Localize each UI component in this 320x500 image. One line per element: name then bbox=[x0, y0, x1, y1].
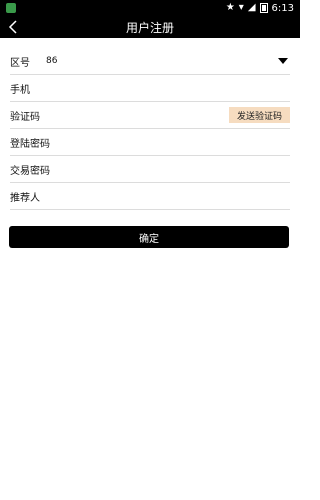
battery-icon bbox=[259, 3, 268, 13]
confirm-button[interactable]: 确定 bbox=[9, 226, 289, 248]
status-left bbox=[6, 3, 16, 13]
login-password-row: 登陆密码 bbox=[10, 129, 290, 156]
referrer-row: 推荐人 bbox=[10, 183, 290, 210]
phone-input[interactable] bbox=[46, 83, 290, 93]
trade-password-input[interactable] bbox=[58, 164, 290, 174]
verification-row: 验证码 发送验证码 bbox=[10, 102, 290, 129]
trade-password-label: 交易密码 bbox=[10, 165, 50, 177]
star-icon: ★ bbox=[225, 2, 235, 13]
area-code-label: 区号 bbox=[10, 57, 30, 69]
status-bar: ★ ▾ ◢ 6:13 bbox=[0, 0, 300, 16]
phone-row: 手机 bbox=[10, 75, 290, 102]
login-password-input[interactable] bbox=[58, 137, 290, 147]
area-code-row[interactable]: 区号 86 bbox=[10, 48, 290, 75]
status-time: 6:13 bbox=[271, 2, 294, 14]
verification-label: 验证码 bbox=[10, 111, 40, 123]
back-button[interactable] bbox=[4, 16, 22, 38]
login-password-label: 登陆密码 bbox=[10, 138, 50, 150]
trade-password-row: 交易密码 bbox=[10, 156, 290, 183]
referrer-input[interactable] bbox=[46, 191, 290, 201]
phone-label: 手机 bbox=[10, 84, 30, 96]
wifi-icon: ▾ bbox=[238, 2, 244, 13]
chevron-left-icon bbox=[8, 20, 17, 34]
area-code-select[interactable]: 86 bbox=[46, 56, 278, 66]
referrer-label: 推荐人 bbox=[10, 192, 40, 204]
status-right: ★ ▾ ◢ 6:13 bbox=[226, 3, 294, 14]
notification-app-icon bbox=[6, 3, 16, 13]
send-code-button[interactable]: 发送验证码 bbox=[228, 107, 290, 123]
header-bar: 用户注册 bbox=[0, 16, 300, 38]
signal-icon: ◢ bbox=[247, 2, 256, 13]
dropdown-arrow-icon[interactable] bbox=[278, 58, 288, 64]
registration-form: 区号 86 手机 验证码 发送验证码 登陆密码 交易密码 推荐人 bbox=[0, 48, 300, 210]
page-title: 用户注册 bbox=[125, 20, 174, 35]
verification-input[interactable] bbox=[46, 110, 229, 120]
